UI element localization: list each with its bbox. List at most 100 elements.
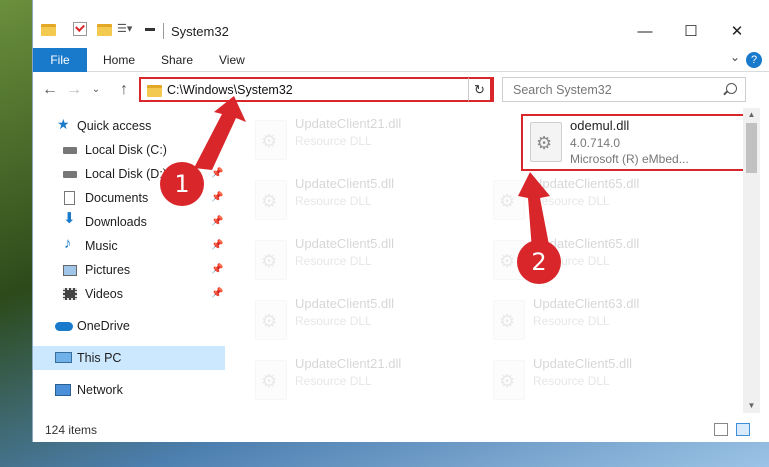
title-separator — [163, 23, 164, 39]
details-view-icon[interactable] — [714, 423, 728, 436]
navigation-pane: ★ Quick access Local Disk (C:) 📌 Local D… — [33, 110, 226, 410]
pin-icon[interactable]: 📌 — [211, 186, 223, 210]
folder-icon — [147, 85, 162, 97]
music-note-icon: ♪ — [64, 235, 72, 252]
file-list: UpdateClient21.dll Resource DLL odemul.d… — [229, 110, 744, 410]
dll-file-icon — [493, 180, 525, 220]
file-name: UpdateClient63.dll — [533, 296, 640, 311]
tab-view[interactable]: View — [219, 48, 245, 72]
sidebar-item-pictures[interactable]: Pictures 📌 — [33, 258, 225, 282]
sidebar-item-quick-access[interactable]: ★ Quick access — [33, 114, 225, 138]
sidebar-item-label: Pictures — [85, 263, 131, 277]
step-1-badge: 1 — [160, 162, 204, 206]
dll-file-icon — [493, 300, 525, 340]
scroll-up-icon[interactable]: ▲ — [743, 108, 760, 122]
sidebar-item-downloads[interactable]: ⬇ Downloads 📌 — [33, 210, 225, 234]
sidebar-item-network[interactable]: Network — [33, 378, 225, 402]
pin-icon[interactable]: 📌 — [211, 234, 223, 258]
picture-icon — [63, 265, 77, 276]
minimize-button[interactable]: — — [633, 22, 657, 42]
file-version: 4.0.714.0 — [570, 136, 621, 150]
title-bar: ☰▾ ▬ System32 — ☐ ✕ — [33, 0, 769, 44]
qa-dropdown-icon[interactable]: ▬ — [145, 22, 159, 36]
file-item[interactable]: UpdateClient5.dll Resource DLL — [249, 234, 474, 284]
pin-icon[interactable]: 📌 — [211, 258, 223, 282]
file-name: UpdateClient65.dll — [533, 176, 640, 191]
sidebar-item-label: Local Disk (C:) — [85, 143, 167, 157]
tab-share[interactable]: Share — [161, 48, 193, 72]
sidebar-item-label: Network — [77, 383, 123, 397]
tab-file[interactable]: File — [33, 48, 87, 72]
file-description: Resource DLL — [533, 374, 610, 388]
file-explorer-window: ☰▾ ▬ System32 — ☐ ✕ File Home Share View… — [32, 0, 769, 442]
up-arrow-icon[interactable]: ↑ — [115, 79, 133, 101]
sidebar-item-label: Music — [85, 239, 118, 253]
sidebar-item-local-disk-c[interactable]: Local Disk (C:) 📌 — [33, 138, 225, 162]
file-item[interactable]: UpdateClient5.dll Resource DLL — [487, 354, 712, 404]
forward-arrow-icon[interactable]: → — [65, 79, 83, 101]
file-description: Microsoft (R) eMbed... — [570, 152, 689, 166]
drive-icon — [63, 171, 77, 178]
sidebar-item-label: Videos — [85, 287, 123, 301]
address-bar[interactable]: C:\Windows\System32 ⌄ — [139, 77, 494, 102]
file-item[interactable]: UpdateClient5.dll Resource DLL — [249, 174, 474, 224]
close-button[interactable]: ✕ — [725, 22, 749, 42]
ribbon-tabs: File Home Share View ⌄ ? — [33, 48, 769, 72]
file-item-odemul[interactable]: odemul.dll 4.0.714.0 Microsoft (R) eMbed… — [524, 116, 744, 166]
sidebar-item-label: Downloads — [85, 215, 147, 229]
customize-qa-icon[interactable]: ☰▾ — [117, 22, 132, 36]
address-path: C:\Windows\System32 — [167, 83, 293, 97]
refresh-button[interactable]: ↻ — [468, 77, 492, 102]
scroll-thumb[interactable] — [746, 123, 757, 173]
sidebar-item-label: Documents — [85, 191, 149, 205]
sidebar-item-this-pc[interactable]: This PC — [33, 346, 225, 370]
file-description: Resource DLL — [295, 374, 372, 388]
cloud-icon — [55, 322, 73, 331]
dll-file-icon — [493, 360, 525, 400]
pin-icon[interactable]: 📌 — [211, 138, 223, 162]
window-title: System32 — [171, 24, 229, 39]
file-name: UpdateClient5.dll — [295, 176, 395, 191]
large-icons-view-icon[interactable] — [736, 423, 750, 436]
document-icon — [64, 191, 75, 205]
file-item[interactable]: UpdateClient5.dll Resource DLL — [249, 294, 474, 344]
pin-icon[interactable]: 📌 — [211, 282, 223, 306]
file-item[interactable]: UpdateClient21.dll Resource DLL — [249, 114, 474, 164]
item-count: 124 items — [45, 423, 98, 437]
file-description: Resource DLL — [533, 314, 610, 328]
file-description: Resource DLL — [533, 194, 610, 208]
sidebar-item-videos[interactable]: Videos 📌 — [33, 282, 225, 306]
vertical-scrollbar[interactable]: ▲ ▼ — [743, 108, 760, 413]
file-name: UpdateClient5.dll — [295, 296, 395, 311]
file-item[interactable]: UpdateClient63.dll Resource DLL — [487, 294, 712, 344]
sidebar-item-onedrive[interactable]: OneDrive — [33, 314, 225, 338]
tab-home[interactable]: Home — [103, 48, 135, 72]
pin-icon[interactable]: 📌 — [211, 162, 223, 186]
help-button[interactable]: ? — [746, 52, 762, 68]
sidebar-item-music[interactable]: ♪ Music 📌 — [33, 234, 225, 258]
sidebar-item-label: OneDrive — [77, 319, 130, 333]
file-name: odemul.dll — [570, 118, 630, 133]
chevron-down-icon[interactable]: ⌄ — [730, 50, 740, 64]
status-bar: 124 items — [33, 419, 769, 441]
sidebar-item-label: Quick access — [77, 119, 152, 133]
navigation-bar: ← → ⌄ ↑ C:\Windows\System32 ⌄ ↻ Search S… — [33, 75, 769, 105]
dll-file-icon — [255, 240, 287, 280]
scroll-down-icon[interactable]: ▼ — [743, 399, 760, 413]
file-item[interactable]: UpdateClient65.dll Resource DLL — [487, 174, 712, 224]
step-2-badge: 2 — [517, 240, 561, 284]
recent-locations-icon[interactable]: ⌄ — [87, 79, 105, 101]
download-icon: ⬇ — [63, 210, 76, 227]
film-icon — [63, 288, 77, 300]
new-folder-icon[interactable] — [97, 24, 112, 36]
pin-icon[interactable]: 📌 — [211, 210, 223, 234]
dll-file-icon — [255, 120, 287, 160]
search-placeholder: Search System32 — [513, 83, 612, 97]
search-icon — [726, 83, 737, 94]
file-item[interactable]: UpdateClient21.dll Resource DLL — [249, 354, 474, 404]
back-arrow-icon[interactable]: ← — [41, 79, 59, 101]
network-icon — [55, 384, 71, 396]
file-description: Resource DLL — [295, 254, 372, 268]
maximize-button[interactable]: ☐ — [679, 22, 703, 42]
search-input[interactable]: Search System32 — [502, 77, 746, 102]
